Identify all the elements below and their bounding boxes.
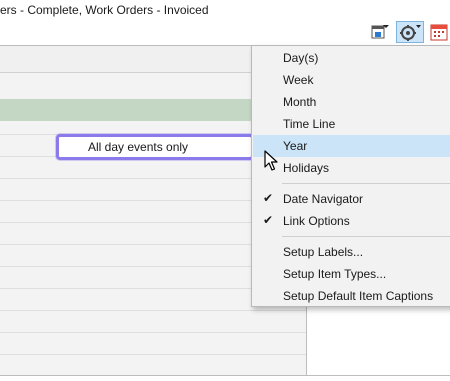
settings-dropdown-button[interactable] (396, 21, 424, 43)
toolbar (0, 19, 450, 46)
menu-item-label: Day(s) (283, 51, 319, 65)
menu-item-label: Holidays (283, 161, 330, 175)
checkmark-icon: ✔ (263, 191, 274, 205)
settings-dropdown-icon (400, 25, 421, 41)
menu-item-time-line[interactable]: Time Line (253, 113, 450, 135)
menu-item-label: Setup Labels... (283, 245, 364, 259)
menu-item-label: Setup Default Item Captions (283, 289, 434, 303)
mouse-cursor-icon (264, 150, 278, 171)
calendar-print-icon (371, 25, 389, 39)
menu-item-label: Date Navigator (283, 192, 364, 206)
menu-item-setup-default-item-captions[interactable]: Setup Default Item Captions (253, 285, 450, 307)
menu-item-label: Week (283, 73, 314, 87)
all-day-events-only-item[interactable]: All day events only (56, 134, 254, 160)
calendar-print-button[interactable] (366, 21, 394, 43)
menu-item-year[interactable]: Year (253, 135, 450, 157)
title-bar: ers - Complete, Work Orders - Invoiced (0, 0, 450, 19)
menu-item-days[interactable]: Day(s) (253, 47, 450, 69)
menu-item-week[interactable]: Week (253, 69, 450, 91)
menu-item-label: Link Options (283, 214, 350, 228)
menu-item-label: Month (283, 95, 317, 109)
grid-line (0, 354, 306, 355)
window-title: ers - Complete, Work Orders - Invoiced (0, 3, 209, 17)
menu-separator (282, 236, 450, 237)
menu-item-date-navigator[interactable]: ✔ Date Navigator (253, 188, 450, 210)
grid-line (0, 332, 306, 333)
menu-item-link-options[interactable]: ✔ Link Options (253, 210, 450, 232)
bottom-divider (0, 375, 450, 376)
checkmark-icon: ✔ (263, 213, 274, 227)
menu-item-month[interactable]: Month (253, 91, 450, 113)
menu-item-setup-item-types[interactable]: Setup Item Types... (253, 263, 450, 285)
menu-item-label: Setup Item Types... (283, 267, 387, 281)
calendar-icon (430, 24, 448, 41)
menu-item-label: Time Line (283, 117, 336, 131)
view-options-menu: Day(s) Week Month Time Line Year Holiday… (251, 45, 450, 307)
grid-line (0, 310, 306, 311)
all-day-events-only-label: All day events only (88, 140, 189, 154)
menu-item-holidays[interactable]: Holidays (253, 157, 450, 179)
menu-item-setup-labels[interactable]: Setup Labels... (253, 241, 450, 263)
menu-item-label: Year (283, 139, 308, 153)
menu-separator (282, 183, 450, 184)
calendar-button[interactable] (426, 21, 450, 43)
